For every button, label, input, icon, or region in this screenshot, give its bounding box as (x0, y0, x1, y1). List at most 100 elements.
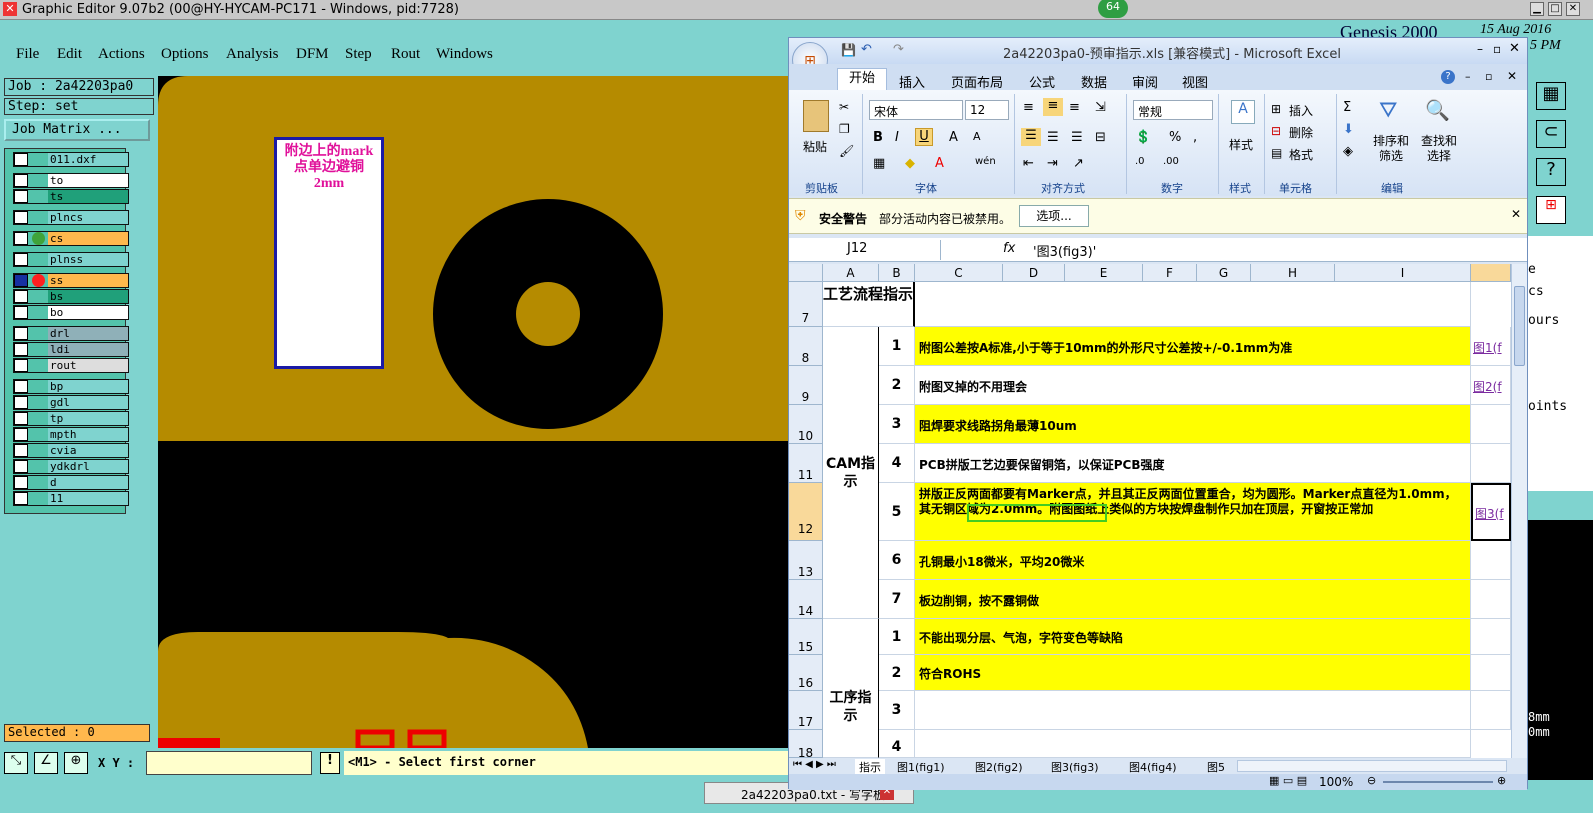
help-icon[interactable]: ? (1536, 158, 1566, 186)
table-cell[interactable]: 3 (879, 405, 915, 444)
table-cell[interactable]: 阻焊要求线路拐角最薄10um (915, 405, 1471, 444)
paste-icon[interactable] (803, 100, 829, 132)
table-cell[interactable] (1471, 691, 1511, 730)
minimize-icon[interactable]: – (1465, 70, 1471, 83)
select-all-corner[interactable] (789, 264, 823, 282)
header-cell[interactable]: 工艺流程指示 (823, 282, 915, 327)
measure-icon[interactable]: ∠ (34, 752, 58, 774)
xy-input[interactable] (146, 751, 312, 775)
layer-row[interactable]: plncs (13, 210, 129, 225)
column-header[interactable]: D (1003, 264, 1065, 282)
formula-input[interactable]: '图3(fig3)' (1033, 241, 1096, 260)
horizontal-scrollbar[interactable] (1237, 760, 1507, 772)
row-header[interactable]: 9 (789, 366, 823, 405)
options-button[interactable]: 选项... (1019, 205, 1089, 227)
row-header[interactable]: 15 (789, 619, 823, 655)
tab-data[interactable]: 数据 (1081, 72, 1107, 91)
table-cell[interactable]: 2 (879, 655, 915, 691)
sheet-grid[interactable]: A B C D E F G H I 7 8 9 10 11 12 13 14 1… (789, 264, 1511, 758)
layer-row[interactable]: ydkdrl (13, 459, 129, 474)
align-left-icon[interactable]: ☰ (1021, 128, 1041, 146)
table-cell[interactable]: 不能出现分层、气泡，字符变色等缺陷 (915, 619, 1471, 655)
table-cell[interactable] (1471, 655, 1511, 691)
row-header[interactable]: 12 (789, 483, 823, 541)
column-header[interactable]: A (823, 264, 879, 282)
grid-icon[interactable]: ⊕ (64, 752, 88, 774)
toolbar-icon[interactable]: ▦ (1536, 82, 1566, 110)
merge-icon[interactable]: ⊟ (1095, 130, 1106, 145)
copy-icon[interactable]: ❐ (839, 122, 850, 136)
paste-button[interactable]: 粘贴 (803, 138, 827, 155)
decrease-decimal-icon[interactable]: .00 (1163, 156, 1179, 167)
table-cell[interactable]: 附图叉掉的不用理会 (915, 366, 1471, 405)
layer-row[interactable]: cs (13, 231, 129, 246)
sheet-link[interactable]: 图2(f (1473, 380, 1502, 394)
table-cell[interactable]: 1 (879, 327, 915, 366)
table-cell[interactable]: PCB拼版工艺边要保留铜箔，以保证PCB强度 (915, 444, 1471, 483)
table-cell[interactable] (1471, 619, 1511, 655)
column-header[interactable]: B (879, 264, 915, 282)
table-cell[interactable]: 3 (879, 691, 915, 730)
wrap-text-icon[interactable]: ⇲ (1095, 100, 1106, 115)
menu-actions[interactable]: Actions (98, 46, 145, 63)
column-header[interactable]: I (1335, 264, 1471, 282)
name-box[interactable]: J12 (791, 240, 941, 260)
find-select-button[interactable]: 查找和选择 (1417, 134, 1461, 164)
minimize-icon[interactable]: – (1477, 42, 1483, 56)
clear-icon[interactable]: ◈ (1343, 144, 1353, 159)
close-icon[interactable]: ✕ (1566, 2, 1580, 16)
restore-icon[interactable]: ▫ (1485, 70, 1492, 83)
fx-label[interactable]: fx (1003, 241, 1015, 256)
table-cell[interactable]: 6 (879, 541, 915, 580)
column-header[interactable]: H (1251, 264, 1335, 282)
percent-icon[interactable]: % (1169, 130, 1181, 145)
delete-cells-icon[interactable]: ⊟ (1271, 124, 1281, 138)
row-header[interactable]: 13 (789, 541, 823, 580)
table-cell[interactable] (1471, 405, 1511, 444)
sheet-tab[interactable]: 图5 (1207, 759, 1225, 775)
align-top-icon[interactable]: ≡ (1023, 100, 1034, 115)
styles-icon[interactable]: A (1231, 100, 1255, 124)
sort-filter-icon[interactable]: ⛛ (1379, 98, 1397, 123)
menu-dfm[interactable]: DFM (296, 46, 329, 63)
sheet-tab[interactable]: 图3(fig3) (1051, 759, 1099, 775)
help-icon[interactable]: ? (1441, 70, 1455, 84)
tab-home[interactable]: 开始 (837, 68, 887, 90)
row-header[interactable]: 7 (789, 282, 823, 327)
row-header[interactable]: 16 (789, 655, 823, 691)
link-cell[interactable]: 图1(f (1471, 327, 1511, 366)
menu-edit[interactable]: Edit (57, 46, 82, 63)
link-cell[interactable]: 图2(f (1471, 366, 1511, 405)
toolbar-icon[interactable]: ⊂ (1536, 120, 1566, 148)
shrink-font-icon[interactable]: A (973, 130, 981, 143)
autosum-icon[interactable]: Σ (1343, 100, 1351, 115)
menu-file[interactable]: File (16, 46, 39, 63)
layer-row[interactable]: plnss (13, 252, 129, 267)
zoom-level[interactable]: 100% (1319, 775, 1353, 789)
scroll-thumb[interactable] (1514, 286, 1525, 366)
sheet-tab[interactable]: 指示 (855, 759, 885, 775)
layer-row[interactable]: rout (13, 358, 129, 373)
row-header[interactable]: 10 (789, 405, 823, 444)
column-header[interactable]: F (1143, 264, 1197, 282)
layer-row[interactable]: 11 (13, 491, 129, 506)
layer-row[interactable]: mpth (13, 427, 129, 442)
table-cell[interactable]: 5 (879, 483, 915, 541)
format-cells-icon[interactable]: ▤ (1271, 146, 1282, 160)
proc-label-cell[interactable]: 工序指示 (823, 619, 879, 758)
menu-windows[interactable]: Windows (436, 46, 493, 63)
sort-filter-button[interactable]: 排序和筛选 (1369, 134, 1413, 164)
close-icon[interactable]: ✕ (1511, 207, 1521, 221)
grow-font-icon[interactable]: A (949, 130, 958, 145)
table-cell[interactable] (915, 730, 1471, 758)
row-header[interactable]: 18 (789, 730, 823, 758)
undo-icon[interactable]: ↶ (861, 42, 872, 57)
table-cell[interactable] (915, 282, 1471, 327)
row-header[interactable]: 11 (789, 444, 823, 483)
format-painter-icon[interactable]: 🖌 (839, 144, 854, 158)
align-right-icon[interactable]: ☰ (1071, 130, 1083, 145)
table-cell[interactable] (1471, 580, 1511, 619)
align-middle-icon[interactable]: ≡ (1043, 98, 1063, 116)
layer-row[interactable]: 011.dxf (13, 152, 129, 167)
column-header[interactable] (1471, 264, 1511, 282)
